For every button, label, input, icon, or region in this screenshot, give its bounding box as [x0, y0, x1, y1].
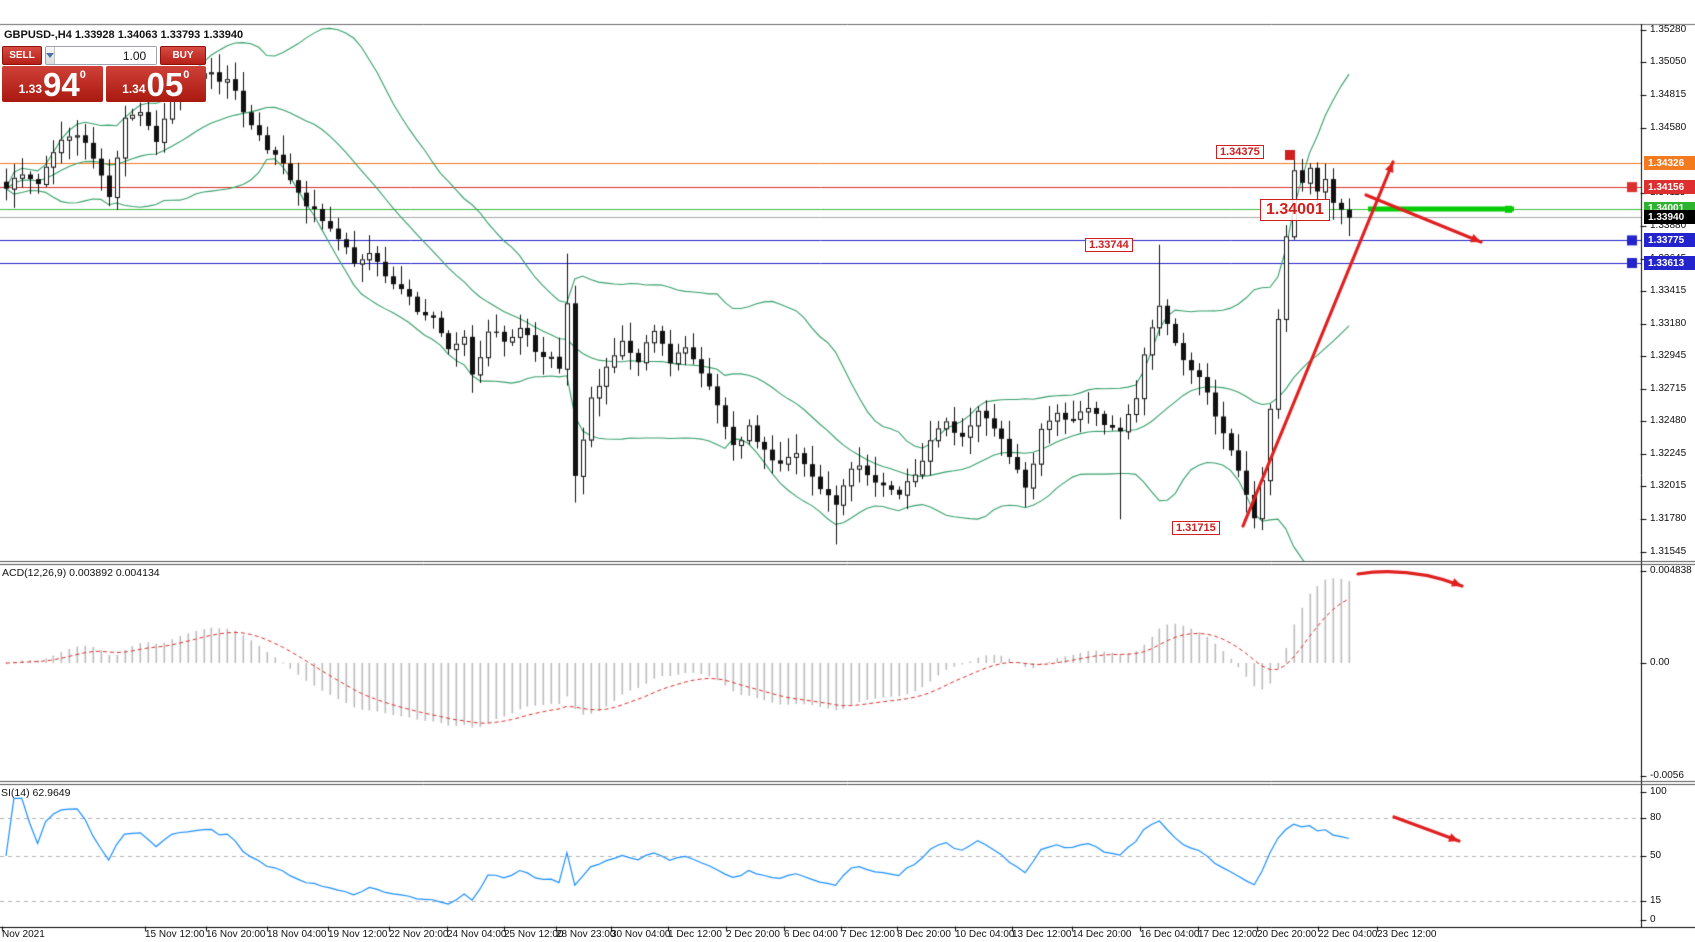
annotation-price-label[interactable]: 1.34375	[1216, 145, 1264, 159]
sell-price-big: 94	[43, 71, 80, 99]
time-axis-label: 22 Nov 20:00	[389, 929, 449, 940]
annotation-price-label[interactable]: 1.33744	[1085, 238, 1133, 252]
macd-axis-label: 0.00	[1650, 657, 1669, 668]
down-arrow-icon	[46, 53, 54, 58]
sell-price-panel[interactable]: 1.33 94 0	[2, 66, 103, 102]
price-tick: 1.34815	[1650, 89, 1686, 100]
time-axis-label: 30 Nov 04:00	[611, 929, 671, 940]
time-axis-label: 2 Dec 20:00	[726, 929, 780, 940]
price-tick: 1.32945	[1650, 350, 1686, 361]
macd-axis-label: -0.0056	[1650, 770, 1684, 781]
rsi-axis-label: 100	[1650, 786, 1667, 797]
time-axis-label: 25 Nov 12:00	[504, 929, 564, 940]
sell-price-sup: 0	[80, 69, 86, 81]
macd-indicator-label: ACD(12,26,9) 0.003892 0.004134	[2, 567, 160, 579]
rsi-axis-label: 0	[1650, 914, 1656, 925]
rsi-indicator-label: SI(14) 62.9649	[1, 787, 70, 799]
mt4-window: 新订单 自动交易	[0, 0, 1695, 942]
price-badge: 1.34156	[1644, 180, 1695, 194]
time-axis-label: 24 Nov 04:00	[447, 929, 507, 940]
volume-decrease-button[interactable]	[46, 47, 55, 64]
volume-stepper	[45, 46, 157, 65]
time-axis-label: 28 Nov 23:00	[556, 929, 616, 940]
price-badge: 1.33775	[1644, 233, 1695, 247]
buy-button[interactable]: BUY	[160, 46, 206, 65]
sell-price-prefix: 1.33	[19, 82, 42, 96]
rsi-axis-label: 50	[1650, 850, 1661, 861]
chart-info-line: GBPUSD-,H4 1.33928 1.34063 1.33793 1.339…	[4, 29, 243, 41]
time-axis-label: 15 Nov 12:00	[145, 929, 205, 940]
price-badge: 1.34326	[1644, 156, 1695, 170]
annotation-price-label[interactable]: 1.31715	[1172, 521, 1220, 535]
price-tick: 1.32480	[1650, 415, 1686, 426]
one-click-trading-panel: SELL BUY 1.33 94 0 1.34 05 0	[2, 46, 206, 102]
time-axis-label: 13 Dec 12:00	[1012, 929, 1072, 940]
buy-price-sup: 0	[183, 69, 189, 81]
price-tick: 1.33180	[1650, 318, 1686, 329]
time-axis-label: 19 Nov 12:00	[328, 929, 388, 940]
annotation-price-label[interactable]: 1.34001	[1260, 199, 1330, 221]
chart-canvas[interactable]	[0, 0, 1695, 942]
price-tick: 1.32715	[1650, 383, 1686, 394]
buy-price-prefix: 1.34	[122, 82, 145, 96]
price-badge: 1.33940	[1644, 210, 1695, 224]
time-axis-label: 16 Dec 04:00	[1140, 929, 1200, 940]
price-tick: 1.35050	[1650, 56, 1686, 67]
price-tick: 1.32015	[1650, 480, 1686, 491]
rsi-axis-label: 15	[1650, 895, 1661, 906]
time-axis-label: 1 Dec 12:00	[668, 929, 722, 940]
time-axis-label: 16 Nov 20:00	[206, 929, 266, 940]
price-tick: 1.35280	[1650, 24, 1686, 35]
price-tick: 1.32245	[1650, 448, 1686, 459]
price-tick: 1.33415	[1650, 285, 1686, 296]
time-axis-label: 23 Dec 12:00	[1377, 929, 1437, 940]
price-tick: 1.31780	[1650, 513, 1686, 524]
price-badge: 1.33613	[1644, 256, 1695, 270]
time-axis-label: 8 Dec 20:00	[897, 929, 951, 940]
price-tick: 1.31545	[1650, 546, 1686, 557]
buy-price-big: 05	[147, 71, 184, 99]
time-axis-label: 14 Dec 20:00	[1072, 929, 1132, 940]
rsi-axis-label: 80	[1650, 812, 1661, 823]
time-axis-label: 7 Dec 12:00	[841, 929, 895, 940]
macd-axis-label: 0.004838	[1650, 565, 1692, 576]
time-axis-label: 10 Dec 04:00	[955, 929, 1015, 940]
sell-button[interactable]: SELL	[2, 46, 42, 65]
volume-input[interactable]	[55, 47, 157, 64]
time-axis-label: 17 Dec 12:00	[1198, 929, 1258, 940]
time-axis-label: 22 Dec 04:00	[1318, 929, 1378, 940]
time-axis-label: 20 Dec 20:00	[1257, 929, 1317, 940]
time-axis-label: 6 Dec 04:00	[784, 929, 838, 940]
time-axis-label: 18 Nov 04:00	[267, 929, 327, 940]
time-axis-label: Nov 2021	[2, 929, 45, 940]
buy-price-panel[interactable]: 1.34 05 0	[106, 66, 207, 102]
price-tick: 1.34580	[1650, 122, 1686, 133]
